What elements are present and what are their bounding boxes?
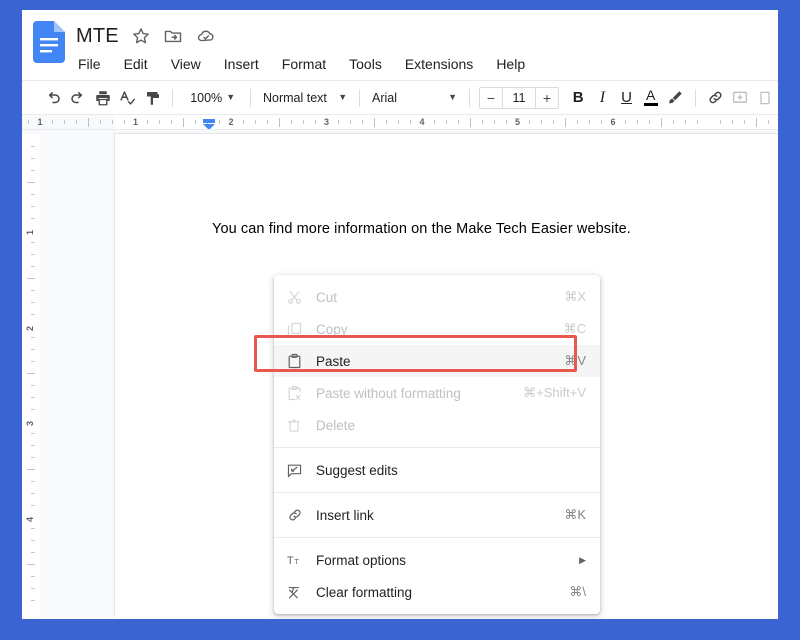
link-icon[interactable] — [703, 85, 728, 111]
font-family-value: Arial — [372, 91, 397, 105]
menu-item-suggest-edits[interactable]: Suggest edits — [274, 454, 600, 486]
menu-item-label: Delete — [310, 418, 568, 433]
cloud-saved-icon[interactable] — [195, 26, 215, 46]
toolbar-divider — [172, 89, 173, 107]
menu-file[interactable]: File — [76, 53, 103, 75]
menu-tools[interactable]: Tools — [347, 53, 384, 75]
cut-icon — [286, 288, 310, 306]
paste-highlight-annotation — [254, 335, 577, 372]
menu-item-format-options[interactable]: TTFormat options▶ — [274, 544, 600, 576]
docs-header: MTE File Edit Vie — [22, 10, 778, 80]
decrease-font-size-button[interactable]: − — [480, 88, 502, 108]
zoom-value: 100% — [190, 91, 222, 105]
menu-separator — [274, 537, 600, 538]
zoom-control[interactable]: 100% ▼ — [186, 91, 239, 105]
font-size-stepper[interactable]: − 11 + — [479, 87, 559, 109]
horizontal-ruler[interactable]: 1123456 — [22, 114, 778, 130]
title-row: MTE — [76, 26, 215, 46]
image-icon[interactable] — [753, 85, 778, 111]
menu-item-label: Cut — [310, 290, 546, 305]
menu-bar: File Edit View Insert Format Tools Exten… — [76, 53, 527, 75]
menu-help[interactable]: Help — [494, 53, 527, 75]
google-docs-window: MTE File Edit Vie — [22, 10, 778, 619]
paragraph-style-dropdown[interactable]: Normal text ▼ — [258, 91, 352, 105]
menu-separator — [274, 492, 600, 493]
star-icon[interactable] — [131, 26, 151, 46]
menu-insert[interactable]: Insert — [222, 53, 261, 75]
menu-view[interactable]: View — [169, 53, 203, 75]
menu-item-shortcut: ⌘K — [546, 507, 586, 523]
chevron-down-icon: ▼ — [338, 93, 347, 102]
google-docs-logo[interactable] — [33, 21, 65, 63]
text-color-button[interactable]: A — [639, 85, 663, 111]
svg-text:T: T — [294, 557, 299, 566]
menu-format[interactable]: Format — [280, 53, 328, 75]
link-icon — [286, 506, 310, 524]
menu-item-label: Clear formatting — [310, 585, 551, 600]
bold-button[interactable]: B — [566, 85, 590, 111]
menu-item-label: Suggest edits — [310, 463, 568, 478]
format-options-icon: TT — [286, 551, 310, 569]
paint-format-icon[interactable] — [140, 85, 165, 111]
chevron-down-icon: ▼ — [226, 93, 235, 102]
redo-icon[interactable] — [65, 85, 90, 111]
menu-item-insert-link[interactable]: Insert link⌘K — [274, 499, 600, 531]
menu-item-clear-formatting[interactable]: Clear formatting⌘\ — [274, 576, 600, 608]
spellcheck-icon[interactable] — [115, 85, 140, 111]
menu-item-shortcut: ⌘+Shift+V — [505, 385, 586, 401]
vertical-ruler[interactable]: 1234 — [22, 130, 40, 617]
menu-item-shortcut: ⌘X — [546, 289, 586, 305]
font-size-value[interactable]: 11 — [502, 88, 536, 108]
toolbar-divider-2 — [250, 89, 251, 107]
underline-button[interactable]: U — [614, 85, 638, 111]
menu-edit[interactable]: Edit — [122, 53, 150, 75]
suggest-edits-icon — [286, 461, 310, 479]
menu-item-label: Paste without formatting — [310, 386, 505, 401]
svg-text:T: T — [287, 555, 294, 567]
text-color-label: A — [646, 89, 655, 102]
context-menu[interactable]: Cut⌘XCopy⌘CPaste⌘VPaste without formatti… — [274, 275, 600, 614]
print-icon[interactable] — [90, 85, 115, 111]
font-family-dropdown[interactable]: Arial ▼ — [367, 91, 462, 105]
toolbar-divider-4 — [469, 89, 470, 107]
menu-item-cut: Cut⌘X — [274, 281, 600, 313]
menu-item-label: Format options — [310, 553, 561, 568]
menu-separator — [274, 447, 600, 448]
highlight-color-icon[interactable] — [663, 85, 688, 111]
paste-plain-icon — [286, 384, 310, 402]
undo-icon[interactable] — [40, 85, 65, 111]
menu-extensions[interactable]: Extensions — [403, 53, 475, 75]
chevron-right-icon: ▶ — [561, 555, 586, 566]
toolbar-divider-5 — [695, 89, 696, 107]
document-text[interactable]: You can find more information on the Mak… — [212, 221, 631, 237]
menu-item-delete: Delete — [274, 409, 600, 441]
toolbar-divider-3 — [359, 89, 360, 107]
clear-formatting-icon — [286, 583, 310, 601]
delete-icon — [286, 416, 310, 434]
menu-item-shortcut: ⌘\ — [551, 584, 586, 600]
menu-item-paste-without-formatting: Paste without formatting⌘+Shift+V — [274, 377, 600, 409]
paragraph-style-value: Normal text — [263, 91, 327, 105]
increase-font-size-button[interactable]: + — [536, 88, 558, 108]
chevron-down-icon: ▼ — [448, 93, 457, 102]
add-comment-icon[interactable] — [728, 85, 753, 111]
text-color-swatch — [644, 103, 658, 106]
page-title[interactable]: MTE — [76, 26, 119, 46]
italic-button[interactable]: I — [590, 85, 614, 111]
menu-item-label: Insert link — [310, 508, 546, 523]
move-to-folder-icon[interactable] — [163, 26, 183, 46]
left-indent-marker[interactable] — [203, 117, 215, 128]
formatting-toolbar: 100% ▼ Normal text ▼ Arial ▼ − 11 + B I … — [22, 80, 778, 114]
